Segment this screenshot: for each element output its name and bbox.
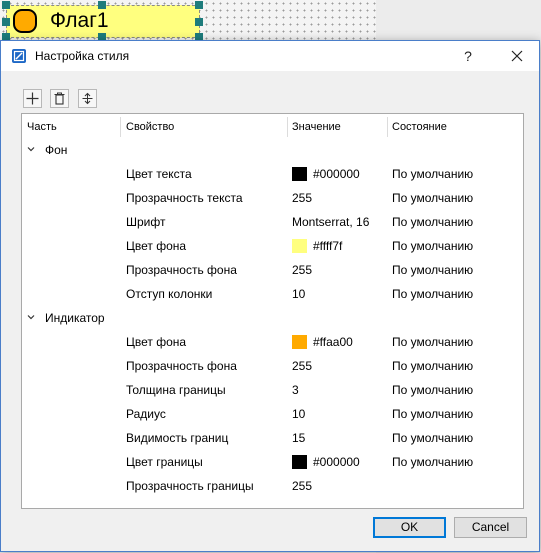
property-value[interactable]: #000000	[313, 450, 360, 474]
resize-handle-top[interactable]	[98, 1, 106, 9]
property-name: Цвет текста	[126, 167, 192, 181]
property-name: Радиус	[126, 407, 166, 421]
help-button[interactable]: ?	[456, 44, 480, 68]
column-header-property[interactable]: Свойство	[126, 114, 174, 140]
group-row-background[interactable]: Фон	[22, 138, 523, 162]
column-header-value[interactable]: Значение	[292, 114, 341, 140]
table-row[interactable]: Цвет фона #ffff7f По умолчанию	[22, 234, 523, 258]
column-separator	[287, 117, 288, 137]
color-swatch[interactable]	[292, 455, 307, 469]
table-row[interactable]: Цвет границы #000000 По умолчанию	[22, 450, 523, 474]
style-icon	[12, 49, 26, 63]
property-state[interactable]: По умолчанию	[392, 282, 473, 306]
color-swatch[interactable]	[292, 239, 307, 253]
dialog-titlebar[interactable]: Настройка стиля ?	[1, 41, 539, 71]
chevron-down-icon[interactable]	[26, 144, 36, 154]
property-name: Шрифт	[126, 215, 166, 229]
property-state[interactable]: По умолчанию	[392, 186, 473, 210]
property-state[interactable]: По умолчанию	[392, 210, 473, 234]
resize-handle-left[interactable]	[2, 18, 10, 26]
chevron-down-icon[interactable]	[26, 312, 36, 322]
property-value[interactable]: 255	[292, 186, 312, 210]
resize-handle-right[interactable]	[195, 18, 203, 26]
color-swatch[interactable]	[292, 335, 307, 349]
table-row[interactable]: Прозрачность фона 255 По умолчанию	[22, 354, 523, 378]
property-value[interactable]: 255	[292, 354, 312, 378]
property-value[interactable]: 3	[292, 378, 299, 402]
property-value[interactable]: 255	[292, 258, 312, 282]
property-state[interactable]: По умолчанию	[392, 258, 473, 282]
property-name: Цвет границы	[126, 455, 203, 469]
property-name: Прозрачность фона	[126, 359, 237, 373]
table-row[interactable]: Видимость границ 15 По умолчанию	[22, 426, 523, 450]
property-state[interactable]: По умолчанию	[392, 330, 473, 354]
flag-indicator	[13, 9, 37, 33]
property-state[interactable]: По умолчанию	[392, 162, 473, 186]
property-value[interactable]: 10	[292, 402, 305, 426]
group-row-indicator[interactable]: Индикатор	[22, 306, 523, 330]
resize-handle-top-left[interactable]	[2, 1, 10, 9]
property-name: Прозрачность текста	[126, 191, 243, 205]
ok-button[interactable]: OK	[373, 517, 446, 538]
column-separator	[387, 117, 388, 137]
property-name: Прозрачность границы	[126, 479, 254, 493]
property-value[interactable]: #ffff7f	[313, 234, 342, 258]
table-row[interactable]: Прозрачность текста 255 По умолчанию	[22, 186, 523, 210]
property-value[interactable]: 255	[292, 474, 312, 498]
table-row[interactable]: Отступ колонки 10 По умолчанию	[22, 282, 523, 306]
property-name: Прозрачность фона	[126, 263, 237, 277]
property-value[interactable]: Montserrat, 16	[292, 210, 369, 234]
property-value[interactable]: 10	[292, 282, 305, 306]
property-state[interactable]: По умолчанию	[392, 450, 473, 474]
column-header-state[interactable]: Состояние	[392, 114, 447, 140]
group-label: Фон	[45, 143, 68, 157]
close-icon	[511, 50, 523, 62]
property-name: Цвет фона	[126, 239, 187, 253]
style-settings-dialog: Настройка стиля ? Часть Свойство Значени…	[0, 40, 540, 552]
table-row[interactable]: Толщина границы 3 По умолчанию	[22, 378, 523, 402]
property-state[interactable]: По умолчанию	[392, 234, 473, 258]
property-state[interactable]: По умолчанию	[392, 426, 473, 450]
close-button[interactable]	[504, 44, 530, 68]
property-name: Отступ колонки	[126, 287, 213, 301]
delete-row-button[interactable]	[50, 89, 69, 108]
table-row[interactable]: Радиус 10 По умолчанию	[22, 402, 523, 426]
property-value[interactable]: #000000	[313, 162, 360, 186]
table-row[interactable]: Прозрачность границы 255	[22, 474, 523, 498]
move-row-button[interactable]	[78, 89, 97, 108]
add-icon	[26, 92, 39, 105]
property-state[interactable]: По умолчанию	[392, 378, 473, 402]
dialog-title: Настройка стиля	[35, 49, 130, 63]
property-name: Цвет фона	[126, 335, 187, 349]
cancel-button[interactable]: Cancel	[454, 517, 527, 538]
property-name: Видимость границ	[126, 431, 229, 445]
property-state[interactable]: По умолчанию	[392, 402, 473, 426]
add-row-button[interactable]	[23, 89, 42, 108]
table-row[interactable]: Прозрачность фона 255 По умолчанию	[22, 258, 523, 282]
property-value[interactable]: #ffaa00	[313, 330, 353, 354]
delete-icon	[54, 92, 65, 105]
style-table[interactable]: Часть Свойство Значение Состояние Фон Цв…	[21, 113, 524, 509]
column-separator	[120, 117, 121, 137]
column-header-part[interactable]: Часть	[27, 114, 57, 140]
table-row[interactable]: Шрифт Montserrat, 16 По умолчанию	[22, 210, 523, 234]
group-label: Индикатор	[45, 311, 105, 325]
table-row[interactable]: Цвет текста #000000 По умолчанию	[22, 162, 523, 186]
color-swatch[interactable]	[292, 167, 307, 181]
property-name: Толщина границы	[126, 383, 226, 397]
move-icon	[82, 92, 93, 105]
flag-label: Флаг1	[50, 9, 109, 32]
property-state[interactable]: По умолчанию	[392, 354, 473, 378]
table-row[interactable]: Цвет фона #ffaa00 По умолчанию	[22, 330, 523, 354]
resize-handle-top-right[interactable]	[195, 1, 203, 9]
property-value[interactable]: 15	[292, 426, 305, 450]
